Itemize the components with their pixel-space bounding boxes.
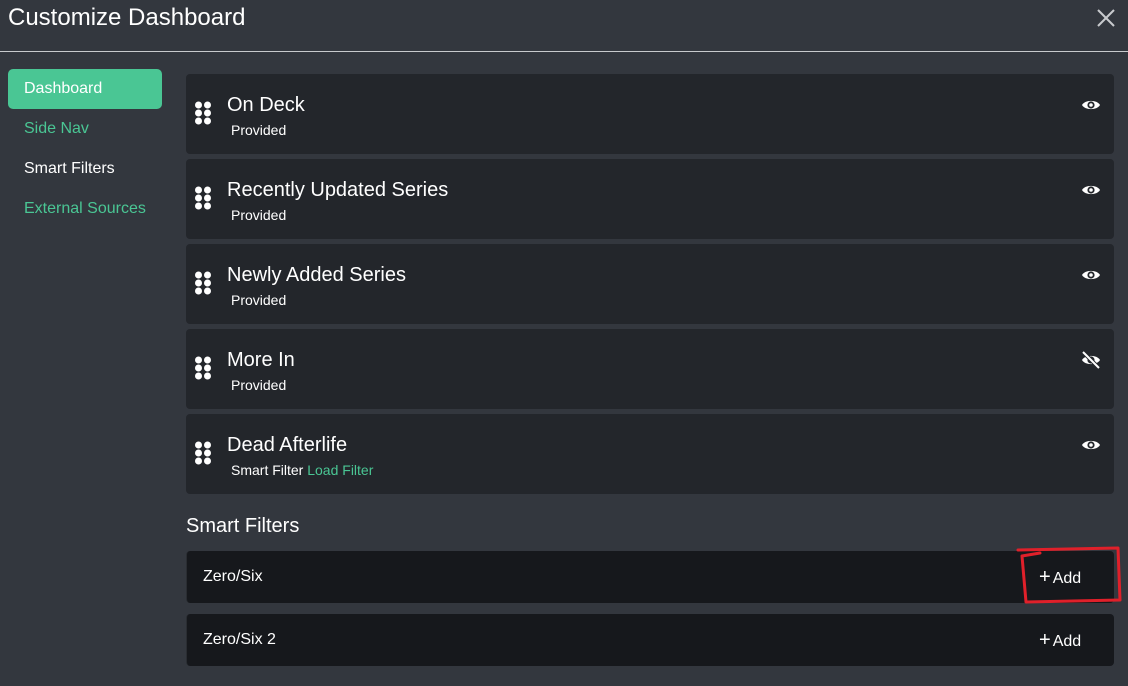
- stream-item: Newly Added Series Provided: [186, 244, 1114, 324]
- sidebar-nav: Dashboard Side Nav Smart Filters Externa…: [8, 69, 162, 229]
- stream-item: Recently Updated Series Provided: [186, 159, 1114, 239]
- eye-icon[interactable]: [1081, 264, 1101, 286]
- eye-icon[interactable]: [1081, 179, 1101, 201]
- customize-dashboard-modal: Customize Dashboard Dashboard Side Nav S…: [0, 0, 1128, 686]
- load-filter-link[interactable]: Load Filter: [307, 462, 373, 478]
- smart-filter-list: Zero/Six + Add Zero/Six 2 + Add: [186, 551, 1114, 677]
- plus-icon: +: [1039, 566, 1051, 588]
- stream-name: More In: [227, 349, 295, 371]
- eye-slash-icon[interactable]: [1081, 349, 1101, 371]
- sidebar-item-smart-filters[interactable]: Smart Filters: [8, 149, 162, 189]
- smart-filter-row: Zero/Six + Add: [186, 551, 1114, 603]
- add-button[interactable]: + Add: [1039, 627, 1081, 653]
- stream-type: Provided: [231, 207, 287, 223]
- stream-name: Recently Updated Series: [227, 179, 449, 201]
- drag-handle-icon[interactable]: [194, 441, 212, 465]
- stream-item: Dead Afterlife Smart Filter Load Filter: [186, 414, 1114, 494]
- drag-handle-icon[interactable]: [194, 356, 212, 380]
- smart-filter-name: Zero/Six: [203, 568, 263, 585]
- eye-icon[interactable]: [1081, 94, 1101, 116]
- stream-type: Provided: [231, 122, 287, 138]
- modal-title: Customize Dashboard: [8, 4, 246, 31]
- sidebar-item-dashboard[interactable]: Dashboard: [8, 69, 162, 109]
- smart-filters-heading: Smart Filters: [186, 515, 300, 537]
- stream-type: Provided: [231, 377, 287, 393]
- sidebar-item-external-sources[interactable]: External Sources: [8, 189, 162, 229]
- stream-name: On Deck: [227, 94, 305, 116]
- stream-type: Provided: [231, 292, 287, 308]
- dashboard-stream-list: On Deck Provided Recently Updated Series: [186, 74, 1114, 499]
- stream-item: On Deck Provided: [186, 74, 1114, 154]
- smart-filter-row: Zero/Six 2 + Add: [186, 614, 1114, 666]
- plus-icon: +: [1039, 629, 1051, 651]
- modal-header: Customize Dashboard: [0, 0, 1128, 52]
- add-button[interactable]: + Add: [1039, 564, 1081, 590]
- add-button-label: Add: [1052, 633, 1082, 650]
- sidebar-item-side-nav[interactable]: Side Nav: [8, 109, 162, 149]
- drag-handle-icon[interactable]: [194, 271, 212, 295]
- stream-name: Newly Added Series: [227, 264, 406, 286]
- smart-filter-name: Zero/Six 2: [203, 631, 276, 648]
- close-icon[interactable]: [1095, 7, 1117, 29]
- stream-item: More In Provided: [186, 329, 1114, 409]
- drag-handle-icon[interactable]: [194, 101, 212, 125]
- eye-icon[interactable]: [1081, 434, 1101, 456]
- add-button-label: Add: [1052, 570, 1082, 587]
- stream-type-label: Smart Filter: [231, 462, 304, 478]
- drag-handle-icon[interactable]: [194, 186, 212, 210]
- stream-type: Smart Filter Load Filter: [231, 462, 373, 479]
- stream-name: Dead Afterlife: [227, 434, 348, 456]
